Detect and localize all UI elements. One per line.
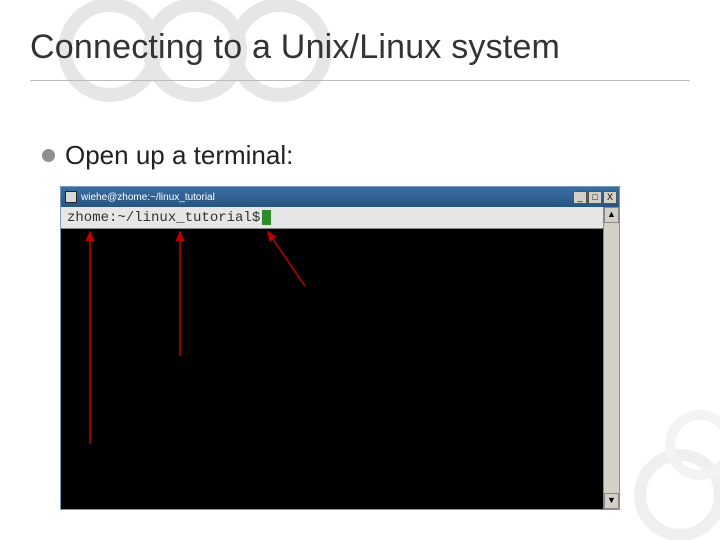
scroll-down-button[interactable]: ▼ — [604, 493, 619, 509]
title-underline — [30, 80, 690, 81]
terminal-prompt-text: zhome:~/linux_tutorial$ — [67, 210, 260, 226]
annotation-prompt-text: The “prompt” — [280, 293, 378, 313]
terminal-app-icon — [65, 191, 77, 203]
maximize-button[interactable]: □ — [588, 191, 602, 204]
scroll-up-button[interactable]: ▲ — [604, 207, 619, 223]
minimize-button[interactable]: _ — [573, 191, 587, 204]
close-button[interactable]: X — [603, 191, 617, 204]
terminal-scrollbar[interactable]: ▲ ▼ — [603, 207, 619, 509]
annotation-path-text: The current directory (“path”) — [160, 364, 377, 384]
annotation-prompt: The “prompt” — [280, 293, 378, 313]
annotation-host: The host — [100, 450, 166, 470]
annotation-host-text: The host — [100, 450, 166, 470]
terminal-titlebar: wiehe@zhome:~/linux_tutorial _ □ X — [61, 187, 619, 207]
annotation-path: The current directory (“path”) — [160, 364, 377, 384]
bullet-dot-icon — [42, 149, 55, 162]
terminal-window-title: wiehe@zhome:~/linux_tutorial — [81, 192, 215, 203]
bullet-text: Open up a terminal: — [65, 140, 293, 171]
terminal-cursor-icon — [262, 210, 271, 225]
slide-title: Connecting to a Unix/Linux system — [30, 28, 560, 67]
bullet-item: Open up a terminal: — [42, 140, 293, 171]
terminal-prompt-bar: zhome:~/linux_tutorial$ — [61, 207, 619, 229]
